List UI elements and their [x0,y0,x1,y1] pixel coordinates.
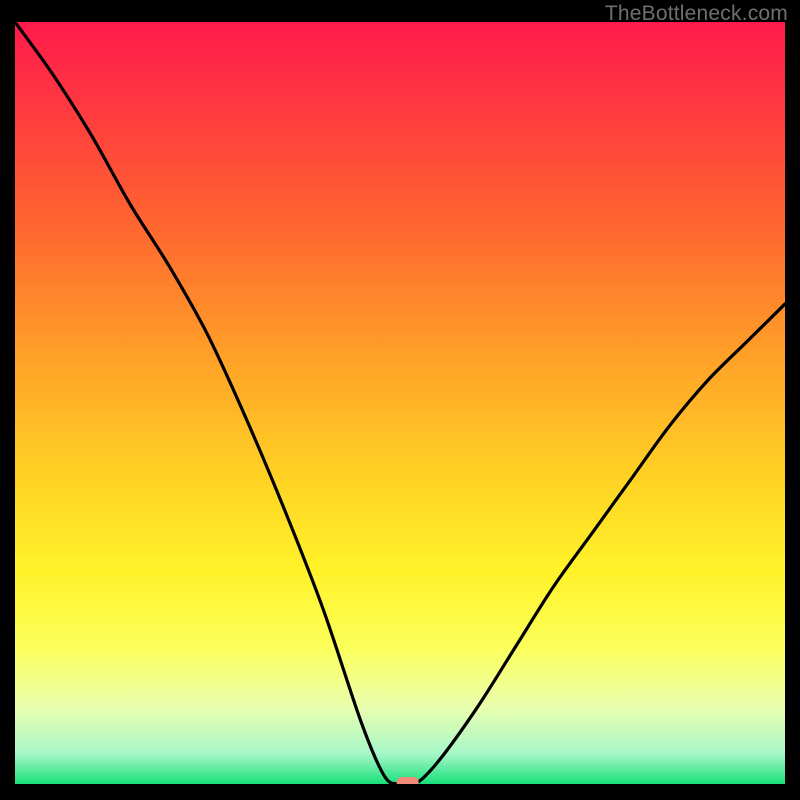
optimum-marker [397,777,419,784]
bottleneck-chart [15,22,785,784]
chart-frame: TheBottleneck.com [0,0,800,800]
gradient-background [15,22,785,784]
